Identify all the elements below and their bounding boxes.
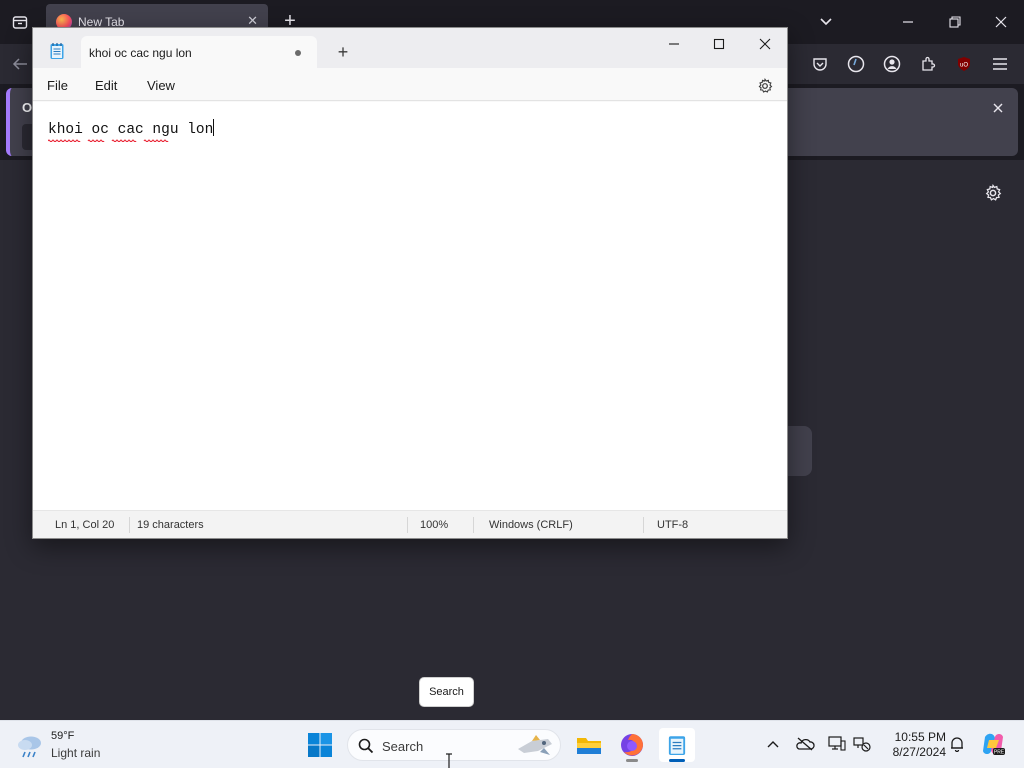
cursor-position: Ln 1, Col 20 [55, 519, 115, 531]
browser-close-button[interactable] [991, 12, 1011, 32]
notification-bell-icon[interactable] [947, 734, 967, 754]
status-divider [407, 517, 408, 533]
copilot-icon[interactable]: PRE [980, 731, 1006, 757]
svg-text:PRE: PRE [994, 750, 1005, 756]
status-divider [473, 517, 474, 533]
notepad-tab[interactable]: khoi oc cac ngu lon [81, 36, 317, 68]
display-icon[interactable] [827, 734, 847, 754]
search-placeholder: Search [382, 739, 424, 754]
character-count: 19 characters [137, 519, 204, 531]
zoom-level[interactable]: 100% [420, 519, 448, 531]
pocket-icon[interactable] [810, 54, 830, 74]
notepad-title-bar: khoi oc cac ngu lon + [33, 28, 787, 68]
notepad-minimize-button[interactable] [651, 28, 697, 60]
status-divider [129, 517, 130, 533]
status-divider [643, 517, 644, 533]
browser-restore-button[interactable] [945, 12, 965, 32]
active-indicator [669, 759, 685, 762]
menu-view[interactable]: View [147, 78, 175, 93]
notepad-app-icon [49, 42, 65, 60]
text-editor-area[interactable]: khoi oc cac ngu lon [33, 102, 787, 510]
account-icon[interactable] [882, 54, 902, 74]
browser-minimize-button[interactable] [898, 12, 918, 32]
menu-edit[interactable]: Edit [95, 78, 117, 93]
settings-gear-icon[interactable] [755, 76, 775, 96]
editor-text: khoi oc cac ngu lon [48, 122, 214, 138]
search-icon [358, 738, 374, 754]
svg-text:uO: uO [960, 63, 968, 69]
clock-time: 10:55 PM [894, 730, 946, 744]
onedrive-offline-icon[interactable] [795, 734, 815, 754]
taskbar-search-box[interactable]: Search [347, 729, 561, 761]
notepad-new-tab-button[interactable]: + [331, 40, 355, 64]
ublock-origin-icon[interactable]: uO [954, 54, 974, 74]
gear-icon[interactable] [982, 182, 1004, 204]
encoding[interactable]: UTF-8 [657, 519, 688, 531]
clock-date: 8/27/2024 [892, 745, 946, 759]
hamburger-menu-icon[interactable] [990, 54, 1010, 74]
back-arrow-icon[interactable] [10, 54, 30, 74]
menu-file[interactable]: File [47, 78, 68, 93]
spellcheck-underline [48, 139, 169, 142]
chevron-down-icon[interactable] [816, 12, 836, 32]
weather-temperature: 59°F [51, 730, 75, 742]
search-tooltip: Search [419, 677, 474, 707]
unsaved-dot-icon[interactable] [295, 50, 301, 56]
firefox-app[interactable] [614, 728, 650, 762]
extensions-icon[interactable] [918, 54, 938, 74]
notepad-window: khoi oc cac ngu lon + File Edit View kho… [32, 27, 788, 539]
file-explorer-app[interactable] [571, 728, 607, 762]
chevron-up-icon[interactable] [763, 734, 783, 754]
search-highlight-icon [514, 733, 556, 759]
network-disconnected-icon[interactable] [852, 734, 872, 754]
notification-label: O [22, 100, 33, 115]
notepad-status-bar: Ln 1, Col 20 19 characters 100% Windows … [33, 510, 787, 538]
notepad-maximize-button[interactable] [696, 28, 742, 60]
close-notification-icon[interactable] [988, 98, 1008, 118]
tab-list-icon[interactable] [10, 12, 30, 32]
text-caret [213, 119, 215, 136]
text-cursor-icon [446, 753, 452, 768]
taskbar: 59°F Light rain Search 10:55 PM 8/27/202… [0, 720, 1024, 768]
notepad-close-button[interactable] [742, 28, 788, 60]
weather-rain-icon [16, 733, 44, 759]
line-ending[interactable]: Windows (CRLF) [489, 519, 573, 531]
taskbar-clock[interactable]: 10:55 PM 8/27/2024 [880, 730, 946, 760]
notepad-menu-bar: File Edit View [33, 68, 787, 101]
running-indicator [626, 759, 638, 762]
notepad-tab-title: khoi oc cac ngu lon [89, 46, 192, 60]
weather-condition: Light rain [51, 746, 101, 760]
windows-start-icon[interactable] [307, 732, 333, 758]
notepad-app[interactable] [659, 728, 695, 762]
fxa-monitor-icon[interactable] [846, 54, 866, 74]
weather-widget[interactable]: 59°F Light rain [16, 729, 156, 763]
